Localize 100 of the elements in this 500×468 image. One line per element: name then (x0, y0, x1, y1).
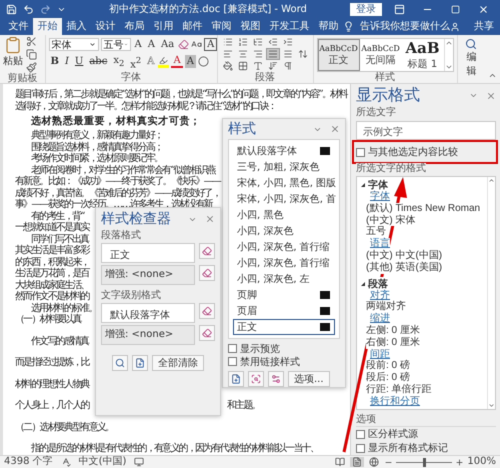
clear-all-button[interactable]: 全部清除 (152, 355, 204, 371)
reset-button[interactable] (199, 303, 215, 319)
font-button[interactable]: A (146, 38, 157, 51)
font-button[interactable]: A (132, 38, 144, 51)
font-button[interactable]: Aa (158, 38, 176, 51)
ribbon-tab[interactable]: 设计 (91, 18, 120, 35)
tree-heading[interactable]: 段落 (368, 276, 388, 291)
maximize-icon[interactable] (450, 4, 460, 14)
style-item[interactable]: 小四, 深灰色, 左 (233, 271, 335, 287)
style-item[interactable]: 页脚 (233, 287, 335, 303)
collapse-ribbon-icon[interactable] (488, 71, 497, 80)
style-item[interactable]: 宋体, 小四, 深灰色, 首 (233, 191, 335, 207)
tree-link[interactable]: 换行和分页 (370, 396, 420, 408)
new-style-button[interactable] (228, 371, 244, 387)
checkbox[interactable] (356, 430, 365, 438)
justify-button[interactable] (266, 48, 280, 60)
reset-button[interactable] (199, 265, 215, 281)
tree-heading[interactable]: 字体 (368, 178, 388, 192)
sign-in-button[interactable]: 登录 (350, 2, 382, 16)
ribbon-tab[interactable]: 邮件 (178, 18, 207, 35)
reset-button[interactable] (199, 243, 215, 259)
reveal-formatting-button[interactable] (112, 355, 128, 371)
ribbon-tab[interactable]: 插入 (62, 18, 91, 35)
character-border-button[interactable]: A (204, 38, 218, 51)
web-layout-button[interactable] (367, 457, 382, 467)
style-item[interactable]: 页眉 (233, 303, 335, 319)
highlight-button[interactable] (158, 56, 170, 68)
zoom-level[interactable]: 100% (467, 456, 496, 468)
paste-button[interactable]: 粘贴 (3, 36, 23, 73)
bold-button[interactable]: B (48, 55, 61, 68)
manage-styles-button[interactable] (268, 371, 284, 387)
reset-button[interactable] (199, 325, 215, 341)
options-button[interactable]: 选项... (288, 371, 330, 387)
underline-button[interactable]: U (72, 55, 86, 68)
ribbon-tab[interactable]: 帮助 (314, 18, 343, 35)
close-icon[interactable] (330, 124, 340, 134)
ribbon-tab[interactable]: 布局 (120, 18, 149, 35)
style-item[interactable]: 正文 (233, 319, 335, 335)
editing-button[interactable]: 编辑 (460, 36, 482, 83)
ribbon-tab[interactable]: 引用 (149, 18, 178, 35)
scroll-down-icon[interactable] (488, 402, 495, 409)
checkbox[interactable] (228, 344, 237, 353)
zoom-thumb[interactable] (422, 458, 426, 466)
checkbox[interactable] (228, 357, 237, 366)
font-button[interactable]: x$^{2}$ (128, 55, 144, 68)
tree-link[interactable]: 间距 (370, 348, 390, 360)
expand-triangle-icon[interactable] (360, 280, 366, 287)
zoom-in-icon[interactable] (455, 458, 464, 466)
redo-icon[interactable] (40, 4, 51, 14)
style-item[interactable]: 默认段落字体 (233, 143, 335, 159)
font-color-button[interactable]: A (171, 55, 183, 68)
expand-triangle-icon[interactable] (360, 182, 366, 188)
italic-button[interactable]: I (62, 55, 71, 68)
circle-icon[interactable] (198, 56, 209, 67)
close-icon[interactable] (486, 90, 496, 101)
style-tile[interactable]: AaBbCcD 正文 (318, 39, 360, 71)
share-button[interactable]: 共享 (474, 18, 500, 35)
paint-bucket-button[interactable] (220, 60, 234, 72)
eraser-icon[interactable] (178, 39, 190, 50)
scissors-icon[interactable] (26, 36, 37, 47)
copy-icon[interactable] (26, 49, 37, 60)
style-item[interactable]: 小四, 深灰色, 首行缩 (233, 239, 335, 255)
print-layout-button[interactable] (350, 457, 364, 467)
close-icon[interactable] (478, 4, 488, 14)
ribbon-tab[interactable]: 开始 (33, 18, 62, 35)
style-inspector-button[interactable] (248, 371, 264, 387)
style-tile[interactable]: AaB 标题 1 (402, 39, 444, 71)
style-tile[interactable]: AaBbCcD 无间隔 (360, 39, 402, 71)
scroll-up-icon[interactable] (488, 177, 495, 184)
tree-link[interactable]: 语言 (370, 238, 390, 250)
style-item[interactable]: 三号, 加粗, 深灰色 (233, 159, 335, 175)
style-item[interactable]: 宋体, 小四, 黑色, 图版 (233, 175, 335, 191)
ribbon-tab[interactable]: 视图 (236, 18, 265, 35)
checkbox[interactable] (356, 444, 365, 452)
save-icon[interactable] (6, 4, 17, 14)
ribbon-options-icon[interactable] (394, 4, 404, 14)
format-painter-icon[interactable] (26, 62, 37, 73)
strikethrough-button[interactable]: abc (87, 55, 110, 68)
character-shading-button[interactable]: A (184, 55, 196, 68)
tree-link[interactable]: 字体 (370, 191, 390, 203)
tree-link[interactable]: 对齐 (370, 290, 390, 302)
style-item[interactable]: 小四, 深灰色 (233, 223, 335, 239)
ribbon-tab[interactable]: 审阅 (207, 18, 236, 35)
font-size-field[interactable]: 五号 (100, 38, 130, 51)
tree-link[interactable]: 缩进 (370, 313, 390, 325)
proofing-icon[interactable] (60, 457, 71, 467)
scroll-down-icon[interactable] (444, 63, 452, 71)
font-name-field[interactable]: 宋体 (48, 38, 98, 51)
close-icon[interactable] (205, 214, 215, 224)
tell-me-box[interactable]: 告诉我你想要做什么 (360, 18, 450, 35)
font-button[interactable]: x$_{2}$ (111, 55, 126, 68)
read-mode-button[interactable] (333, 457, 348, 467)
ribbon-tab[interactable]: 文件 (4, 18, 33, 35)
style-item[interactable]: 小四, 黑色 (233, 207, 335, 223)
checkbox[interactable] (356, 148, 365, 157)
undo-icon[interactable] (23, 4, 34, 14)
ribbon-tab[interactable]: 开发工具 (265, 18, 314, 35)
new-style-button[interactable] (132, 355, 148, 371)
style-item[interactable]: 小四, 深灰色, 首行缩 (233, 255, 335, 271)
scroll-up-icon[interactable] (444, 39, 452, 47)
